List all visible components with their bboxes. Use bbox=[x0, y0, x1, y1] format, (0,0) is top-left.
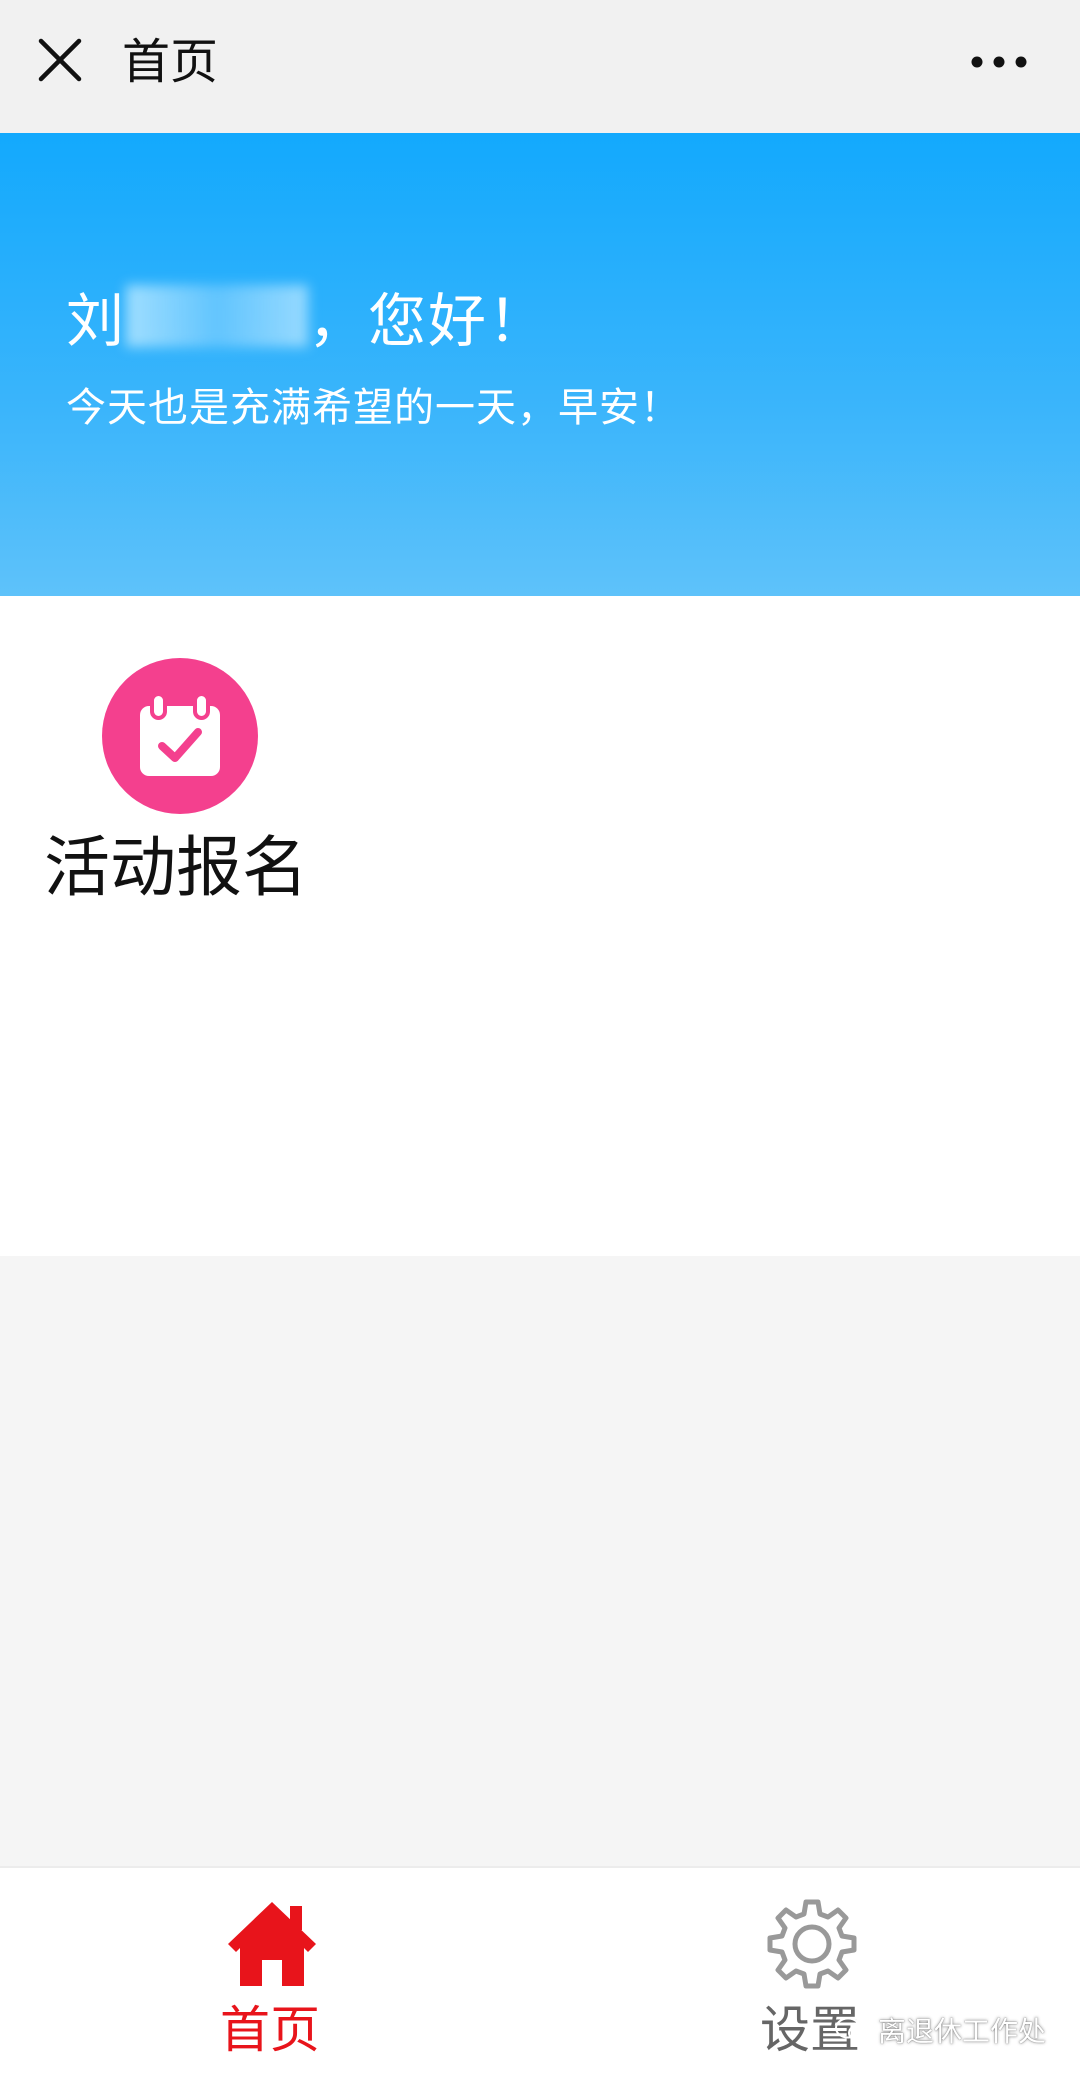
gear-icon bbox=[767, 1899, 857, 1989]
activity-signup-label: 活动报名 bbox=[44, 829, 308, 906]
top-nav-bar: 首页 bbox=[0, 0, 1080, 133]
wechat-icon bbox=[834, 2017, 868, 2042]
greeting-subtitle: 今天也是充满希望的一天，早安！ bbox=[66, 385, 681, 431]
app-grid: 活动报名 bbox=[0, 596, 1080, 1256]
greeting-prefix: 刘 bbox=[66, 287, 127, 355]
home-icon bbox=[228, 1902, 316, 1986]
watermark-text: 离退休工作处 bbox=[877, 2015, 1046, 2048]
greeting-suffix: ，您好！ bbox=[308, 287, 549, 355]
activity-signup-tile[interactable]: 活动报名 bbox=[36, 658, 326, 918]
greeting-banner: 刘 ，您好！ 今天也是充满希望的一天，早安！ bbox=[0, 133, 1080, 596]
redacted-name bbox=[126, 285, 309, 347]
source-watermark: 离退休工作处 bbox=[834, 2010, 1046, 2050]
more-dots-icon bbox=[971, 56, 1027, 68]
activity-signup-icon-circle bbox=[102, 658, 258, 814]
greeting-text: 刘 ，您好！ bbox=[66, 285, 548, 357]
more-options-button[interactable] bbox=[944, 26, 1054, 98]
calendar-check-icon bbox=[140, 692, 220, 776]
tab-home-label: 首页 bbox=[220, 2001, 320, 2059]
close-icon bbox=[38, 38, 82, 82]
tab-home[interactable]: 首页 bbox=[120, 1868, 420, 2080]
page-title: 首页 bbox=[122, 34, 219, 90]
close-button[interactable] bbox=[22, 22, 98, 98]
